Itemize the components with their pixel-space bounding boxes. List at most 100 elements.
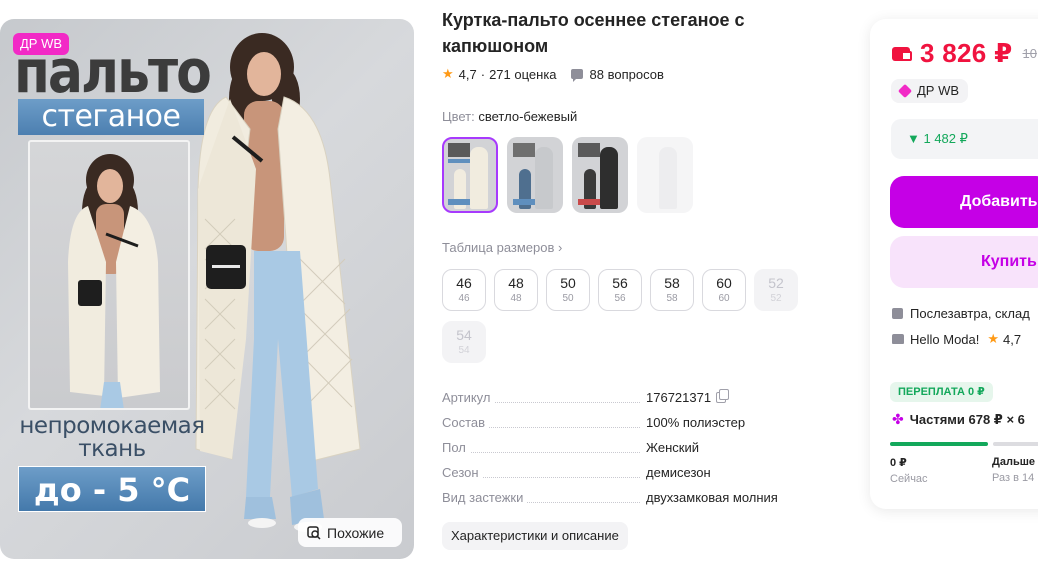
color-value: светло-бежевый <box>478 109 578 124</box>
size-value: 56 <box>612 275 628 291</box>
color-row: Цвет: светло-бежевый <box>442 109 577 124</box>
promo-temperature: до - 5 °C <box>18 466 206 512</box>
size-value: 50 <box>560 275 576 291</box>
size-chip[interactable]: 58 58 <box>650 269 694 311</box>
copy-icon[interactable] <box>716 389 730 403</box>
chevron-right-icon: › <box>558 240 563 255</box>
similar-search-icon <box>307 525 321 540</box>
color-label: Цвет: <box>442 109 475 124</box>
size-ru: 56 <box>614 293 626 304</box>
size-value: 58 <box>664 275 680 291</box>
spec-key: Сезон <box>442 465 483 480</box>
spec-key: Пол <box>442 440 470 455</box>
add-to-cart-button[interactable]: Добавить <box>890 176 1038 228</box>
wallet-icon <box>892 46 912 61</box>
spec-row-gender: Пол Женский <box>442 440 822 465</box>
delivery-text: Послезавтра, склад <box>910 306 1030 321</box>
promo-subtitle: стеганое <box>18 99 204 135</box>
product-main-image[interactable]: пальто стеганое непромокаемая ткань до -… <box>0 19 414 559</box>
spec-value: 100% полиэстер <box>646 415 746 430</box>
color-swatches <box>442 137 693 213</box>
color-swatch-black[interactable] <box>572 137 628 213</box>
questions-count[interactable]: 88 вопросов <box>590 67 664 82</box>
installments-row[interactable]: ✤ Частями 678 ₽ × 6 <box>892 411 1025 428</box>
plan-now: 0 ₽ Сейчас <box>890 456 928 485</box>
plan-now-amount: 0 ₽ <box>890 457 907 469</box>
size-ru: 52 <box>770 293 782 304</box>
description-button[interactable]: Характеристики и описание <box>442 522 628 550</box>
spec-value: двухзамковая молния <box>646 490 778 505</box>
size-ru: 54 <box>458 345 470 356</box>
box-icon <box>892 308 903 319</box>
size-value: 46 <box>456 275 472 291</box>
inset-model <box>68 154 160 408</box>
rating-separator: · <box>480 66 486 82</box>
price-row: 3 826 ₽ 10 <box>892 38 1037 69</box>
plan-later-label: Раз в 14 <box>992 472 1035 484</box>
promo-waterproof: непромокаемая ткань <box>19 413 205 462</box>
spec-row-fastener: Вид застежки двухзамковая молния <box>442 490 822 515</box>
installments-icon: ✤ <box>892 411 904 427</box>
size-selector: 46 46 48 48 50 50 56 56 58 58 60 60 52 52 54 54 <box>442 269 802 363</box>
size-chip[interactable]: 46 46 <box>442 269 486 311</box>
buy-now-button[interactable]: Купить <box>890 236 1038 288</box>
similar-button[interactable]: Похожие <box>298 518 402 547</box>
size-chip-unavailable[interactable]: 52 52 <box>754 269 798 311</box>
specs-table: Артикул 176721371 Состав 100% полиэстер … <box>442 389 822 515</box>
installment-progress-later <box>993 442 1038 446</box>
product-title: Куртка-пальто осеннее стеганое с капюшон… <box>442 10 745 56</box>
star-icon: ★ <box>987 331 1000 346</box>
size-chip-unavailable[interactable]: 54 54 <box>442 321 486 363</box>
rating-value: 4,7 <box>458 66 477 82</box>
star-icon: ★ <box>442 66 454 81</box>
size-chip[interactable]: 50 50 <box>546 269 590 311</box>
installments-text: Частями 678 ₽ × 6 <box>909 411 1025 427</box>
rating-row[interactable]: ★ 4,7 · 271 оценка 88 вопросов <box>442 66 664 82</box>
current-price: 3 826 ₽ <box>920 38 1013 68</box>
color-swatch-beige[interactable] <box>442 137 498 213</box>
size-table-label: Таблица размеров <box>442 240 555 255</box>
diamond-icon <box>897 83 913 99</box>
inset-photo <box>28 140 190 410</box>
size-value: 60 <box>716 275 732 291</box>
article-number: 176721371 <box>646 390 712 405</box>
promo-badge: ДР WB <box>13 33 70 55</box>
size-chip[interactable]: 56 56 <box>598 269 642 311</box>
size-ru: 60 <box>718 293 730 304</box>
spec-row-season: Сезон демисезон <box>442 465 822 490</box>
color-swatch-light[interactable] <box>637 137 693 213</box>
seller-name: Hello Moda! <box>910 331 980 347</box>
plan-now-label: Сейчас <box>890 473 928 485</box>
spec-leader <box>442 452 640 453</box>
rating-count[interactable]: 271 оценка <box>489 67 556 82</box>
similar-label: Похожие <box>327 524 385 541</box>
plan-later-amount: Дальше <box>992 456 1035 468</box>
delivery-row[interactable]: Послезавтра, склад <box>892 306 1030 321</box>
spec-key: Состав <box>442 415 490 430</box>
size-chip[interactable]: 60 60 <box>702 269 746 311</box>
spec-value: демисезон <box>646 465 711 480</box>
dp-wb-chip[interactable]: ДР WB <box>891 79 969 103</box>
spec-key: Вид застежки <box>442 490 528 505</box>
size-ru: 48 <box>510 293 522 304</box>
size-ru: 46 <box>458 293 470 304</box>
spec-key: Артикул <box>442 390 495 405</box>
size-ru: 50 <box>562 293 574 304</box>
plan-later: Дальше Раз в 14 <box>992 456 1035 484</box>
size-table-link[interactable]: Таблица размеров › <box>442 240 562 255</box>
spec-row-composition: Состав 100% полиэстер <box>442 415 822 440</box>
questions-icon <box>570 69 583 82</box>
seller-rating: 4,7 <box>1003 331 1022 347</box>
color-swatch-grey[interactable] <box>507 137 563 213</box>
dp-wb-label: ДР WB <box>917 83 960 98</box>
spec-row-article: Артикул 176721371 <box>442 389 822 415</box>
size-value: 52 <box>768 275 784 291</box>
size-ru: 58 <box>666 293 678 304</box>
spec-value: Женский <box>646 440 699 455</box>
installment-progress-now <box>890 442 988 446</box>
seller-row[interactable]: Hello Moda! ★ 4,7 <box>892 331 1021 347</box>
size-value: 54 <box>456 327 472 343</box>
cashback-row[interactable]: ▼ 1 482 ₽ <box>891 119 1038 159</box>
size-chip[interactable]: 48 48 <box>494 269 538 311</box>
size-value: 48 <box>508 275 524 291</box>
